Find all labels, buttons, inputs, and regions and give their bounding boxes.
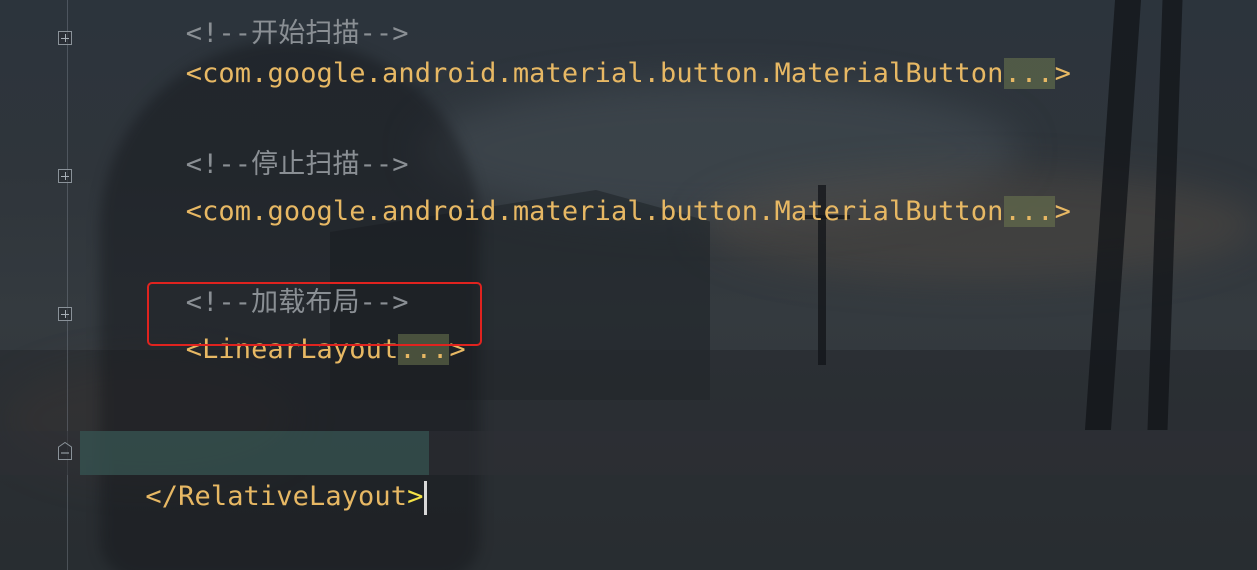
expand-fold-plus-icon[interactable] — [58, 307, 72, 321]
matched-bracket: > — [407, 481, 424, 512]
closing-tag-text: </RelativeLayout — [145, 481, 408, 512]
tag-close-bracket: > — [1054, 58, 1071, 89]
text-caret — [424, 480, 428, 515]
comment-load-layout: <!--加载布局--> — [153, 249, 409, 318]
folded-region-ellipsis[interactable]: ... — [1003, 58, 1055, 89]
tag-open-text: <com.google.android.material.button.Mate… — [185, 196, 1004, 227]
code-line-material-button-2[interactable]: <com.google.android.material.button.Mate… — [153, 158, 1071, 227]
tag-close-bracket: > — [1054, 196, 1071, 227]
closing-tag-highlight: </RelativeLayout> — [80, 431, 430, 515]
code-line-closing-relative-layout[interactable]: </RelativeLayout> — [80, 431, 428, 515]
tag-open-text: <com.google.android.material.button.Mate… — [185, 58, 1004, 89]
annotation-highlight-box — [147, 282, 482, 346]
folded-region-ellipsis[interactable]: ... — [1003, 196, 1055, 227]
expand-fold-plus-icon[interactable] — [58, 169, 72, 183]
comment-start-scan: <!--开始扫描--> — [153, 0, 409, 49]
code-line-material-button-1[interactable]: <com.google.android.material.button.Mate… — [153, 20, 1071, 89]
fold-gutter-line — [67, 0, 68, 570]
collapse-fold-minus-icon[interactable] — [58, 442, 72, 460]
expand-fold-plus-icon[interactable] — [58, 31, 72, 45]
comment-stop-scan: <!--停止扫描--> — [153, 111, 409, 180]
